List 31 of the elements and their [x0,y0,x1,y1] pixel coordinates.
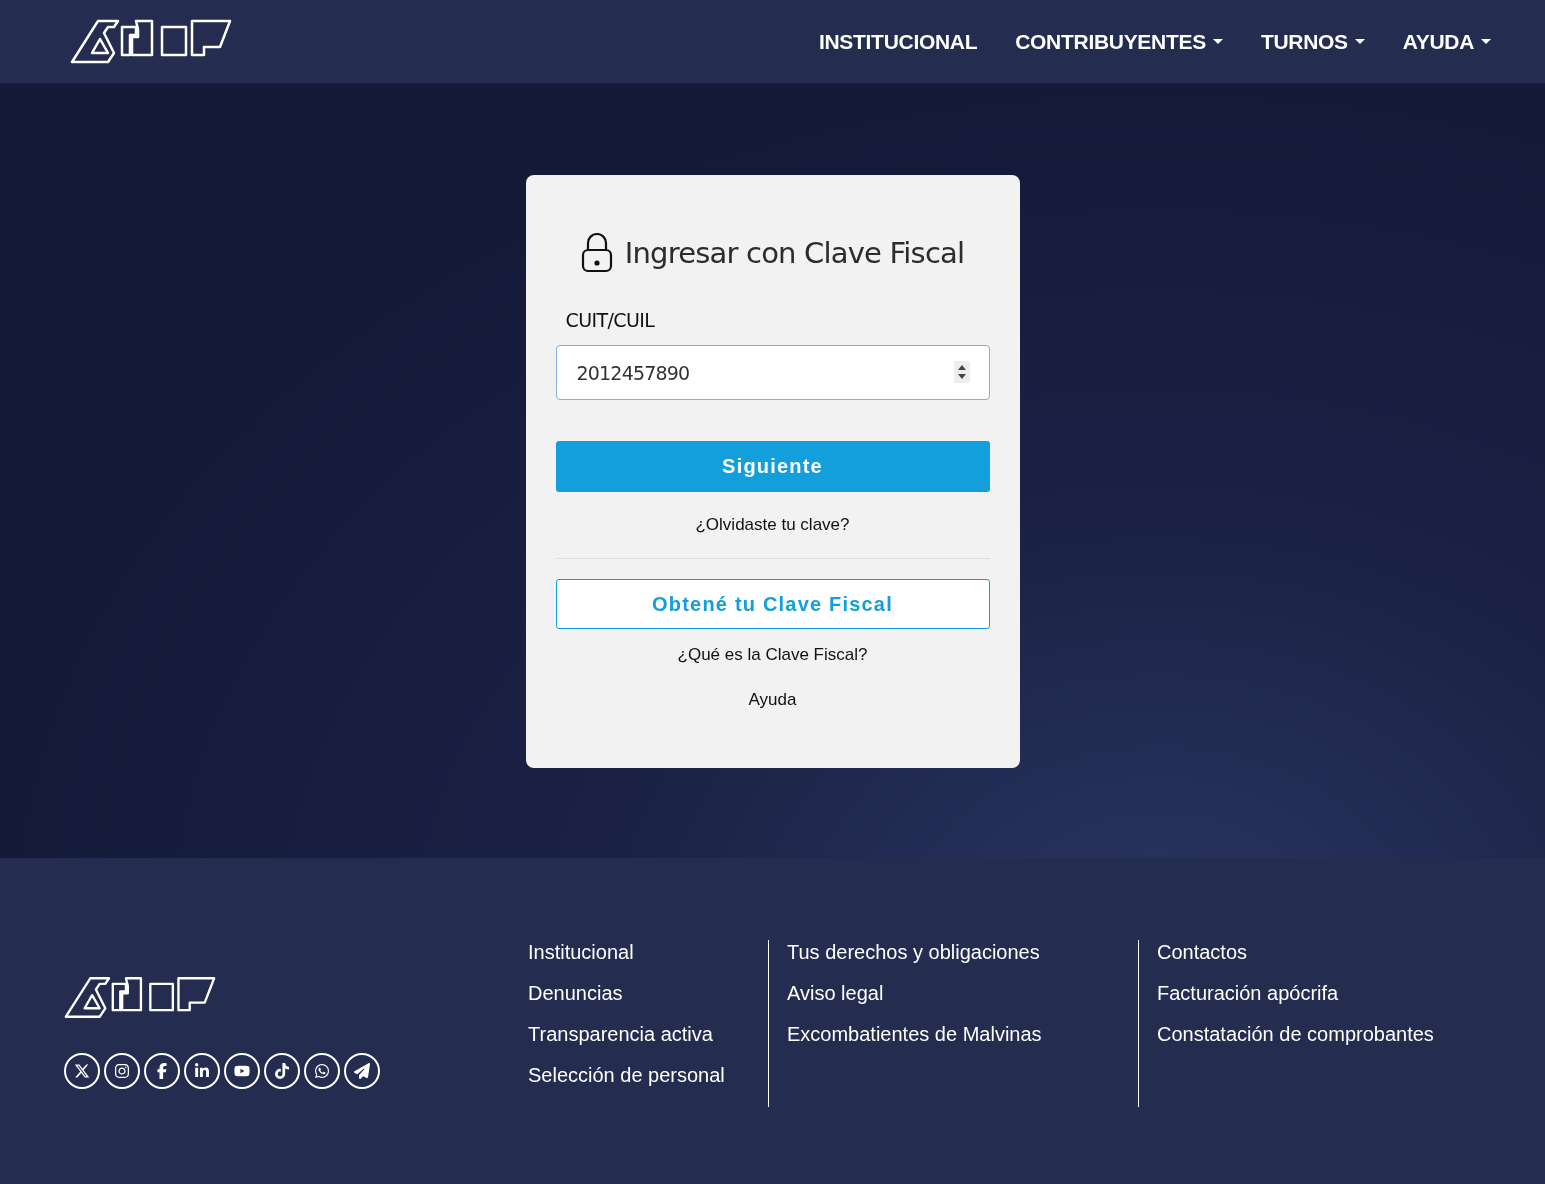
login-title: Ingresar con Clave Fiscal [624,236,965,270]
help-link[interactable]: Ayuda [748,690,797,710]
brand-logo[interactable] [64,976,216,1019]
cuit-input-field[interactable]: 2012457890 [555,345,990,400]
field-label: CUIT/CUIL [565,309,656,331]
footer-link[interactable]: Facturación apócrifa [1157,981,1480,1005]
play-button-icon[interactable] [224,1053,260,1089]
f-logo-icon[interactable] [144,1053,180,1089]
footer-link[interactable]: Excombatientes de Malvinas [787,1022,1120,1046]
footer-link[interactable]: Constatación de comprobantes [1157,1022,1480,1046]
music-note-icon[interactable] [264,1053,300,1089]
chat-phone-icon[interactable] [304,1053,340,1089]
footer-link[interactable]: Aviso legal [787,981,1120,1005]
nav-link[interactable]: CONTRIBUYENTES [1015,29,1223,54]
footer-link[interactable]: Tus derechos y obligaciones [787,940,1120,964]
padlock-icon [580,233,613,273]
nav-link[interactable]: INSTITUCIONAL [818,29,978,54]
forgot-password-link[interactable]: ¿Olvidaste tu clave? [695,515,850,535]
x-logo-icon[interactable] [64,1053,100,1089]
footer-link[interactable]: Selección de personal [528,1063,750,1087]
footer-link[interactable]: Transparencia activa [528,1022,750,1046]
in-logo-icon[interactable] [184,1053,220,1089]
footer-link[interactable]: Institucional [528,940,750,964]
brand-logo[interactable] [70,19,232,64]
footer-link[interactable]: Denuncias [528,981,750,1005]
camera-icon[interactable] [104,1053,140,1089]
help-link[interactable]: ¿Qué es la Clave Fiscal? [677,645,868,665]
footer-link[interactable]: Contactos [1157,940,1480,964]
paper-plane-icon[interactable] [344,1053,380,1089]
nav-link[interactable]: AYUDA [1402,29,1491,54]
nav-link[interactable]: TURNOS [1260,29,1365,54]
